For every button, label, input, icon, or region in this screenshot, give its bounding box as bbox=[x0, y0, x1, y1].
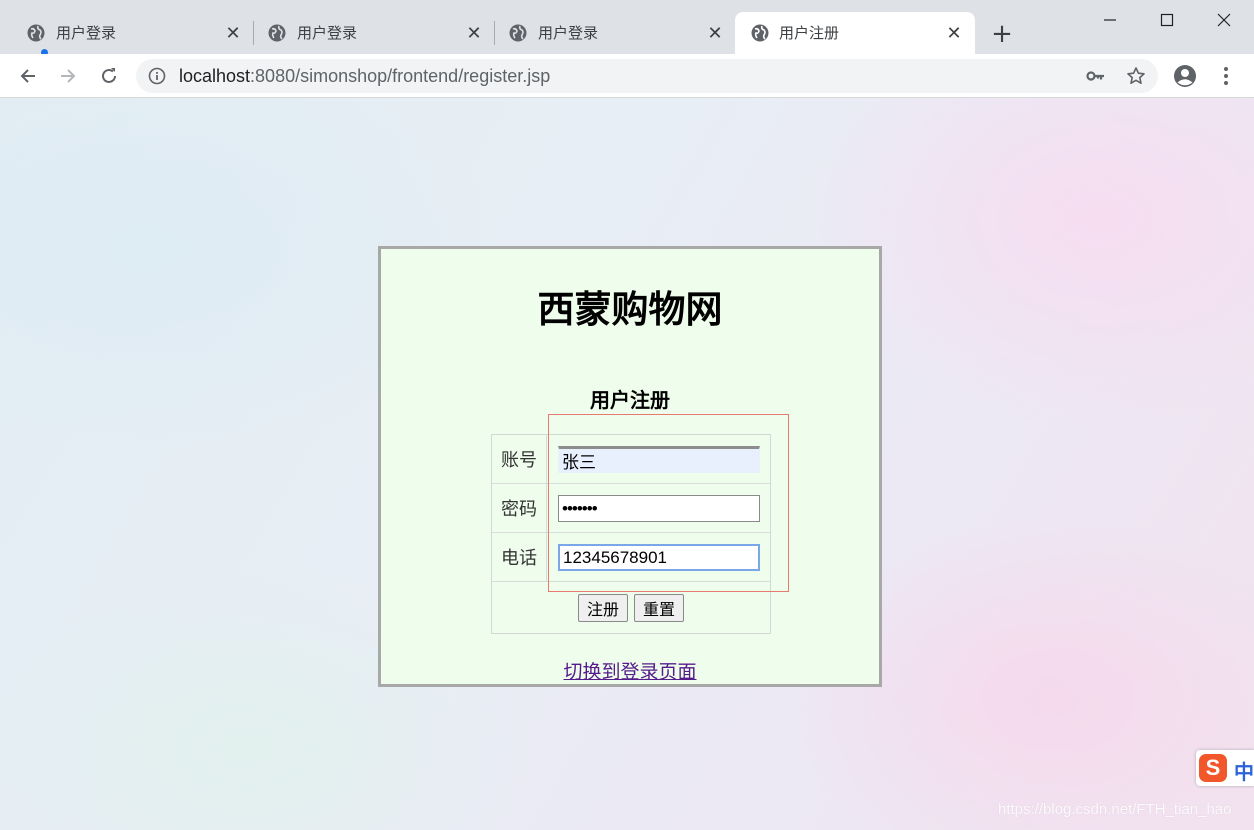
switch-to-login-link[interactable]: 切换到登录页面 bbox=[381, 657, 879, 684]
info-icon[interactable] bbox=[148, 67, 166, 85]
tab-title: 用户登录 bbox=[538, 24, 599, 42]
minimize-button[interactable] bbox=[1090, 6, 1130, 34]
maximize-button[interactable] bbox=[1147, 6, 1187, 34]
browser-tab-1[interactable]: 用户登录 ✕ bbox=[0, 12, 250, 57]
browser-tab-active[interactable]: 用户注册 ✕ bbox=[735, 12, 975, 54]
new-tab-button[interactable]: + bbox=[988, 19, 1016, 49]
ime-toolbar[interactable]: S 中 bbox=[1196, 750, 1254, 786]
phone-label: 电话 bbox=[492, 533, 547, 581]
menu-kebab-icon[interactable] bbox=[1214, 64, 1238, 88]
register-button[interactable]: 注册 bbox=[577, 593, 628, 622]
tab-strip: 用户登录 ✕ 用户登录 ✕ 用户登录 ✕ 用户注册 ✕ + bbox=[0, 0, 1254, 57]
url-host: localhost bbox=[179, 66, 251, 86]
tab-title: 用户登录 bbox=[297, 24, 358, 42]
close-tab-icon[interactable]: ✕ bbox=[704, 22, 726, 44]
close-icon bbox=[1217, 13, 1231, 27]
tab-title: 用户登录 bbox=[56, 24, 117, 42]
form-title: 用户注册 bbox=[590, 388, 670, 412]
star-icon[interactable] bbox=[1126, 66, 1146, 86]
password-label: 密码 bbox=[492, 484, 547, 532]
reset-button[interactable]: 重置 bbox=[634, 593, 685, 622]
close-tab-icon[interactable]: ✕ bbox=[943, 22, 965, 44]
maximize-icon bbox=[1160, 13, 1174, 27]
minimize-icon bbox=[1104, 19, 1116, 21]
forward-button[interactable] bbox=[54, 62, 82, 90]
address-bar[interactable]: localhost:8080/simonshop/frontend/regist… bbox=[136, 59, 1158, 93]
reload-button[interactable] bbox=[95, 62, 123, 90]
profile-avatar-icon[interactable] bbox=[1173, 64, 1197, 88]
url-path: :8080/simonshop/frontend/register.jsp bbox=[250, 66, 551, 86]
site-title: 西蒙购物网 bbox=[537, 288, 723, 331]
globe-icon bbox=[268, 24, 286, 42]
reload-icon bbox=[102, 68, 116, 83]
annotation-highlight-box bbox=[548, 414, 789, 592]
arrow-left-icon bbox=[20, 69, 35, 83]
browser-toolbar: localhost:8080/simonshop/frontend/regist… bbox=[0, 54, 1254, 98]
watermark: https://blog.csdn.net/FTH_tian_hao bbox=[998, 801, 1232, 818]
globe-icon bbox=[27, 24, 45, 42]
tab-title: 用户注册 bbox=[779, 24, 840, 42]
close-window-button[interactable] bbox=[1204, 6, 1244, 34]
arrow-right-icon bbox=[61, 69, 76, 83]
browser-tab-3[interactable]: 用户登录 ✕ bbox=[482, 12, 732, 54]
key-icon[interactable] bbox=[1086, 67, 1106, 85]
globe-icon bbox=[751, 24, 769, 42]
browser-tab-2[interactable]: 用户登录 ✕ bbox=[241, 12, 491, 54]
ime-mode-indicator[interactable]: 中 bbox=[1234, 756, 1254, 785]
ime-logo-icon: S bbox=[1199, 754, 1227, 782]
globe-icon bbox=[509, 24, 527, 42]
username-label: 账号 bbox=[492, 435, 547, 483]
url-text[interactable]: localhost:8080/simonshop/frontend/regist… bbox=[179, 66, 550, 86]
back-button[interactable] bbox=[14, 62, 42, 90]
page-viewport: 西蒙购物网 用户注册 账号 密码 电话 注册 重置 切换到登录页面 bbox=[0, 98, 1254, 830]
